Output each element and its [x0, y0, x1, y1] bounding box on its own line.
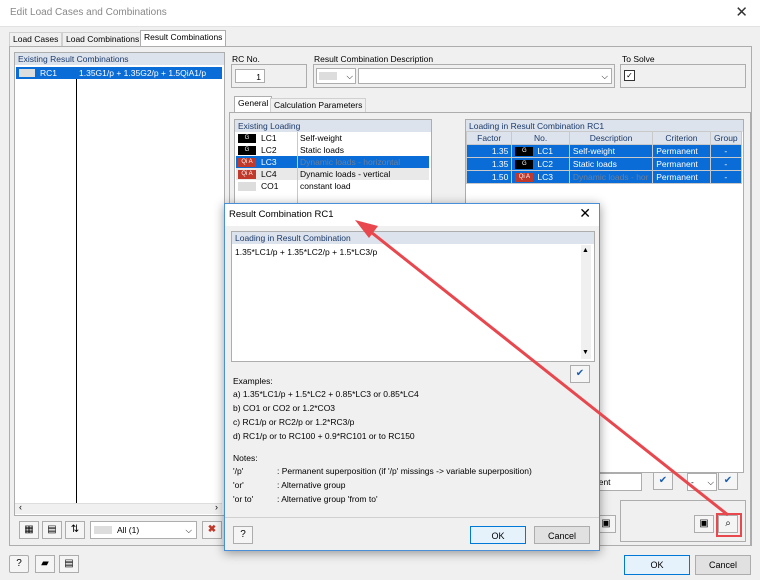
- arrow-line: [361, 223, 729, 517]
- annotation-arrow: [355, 220, 729, 517]
